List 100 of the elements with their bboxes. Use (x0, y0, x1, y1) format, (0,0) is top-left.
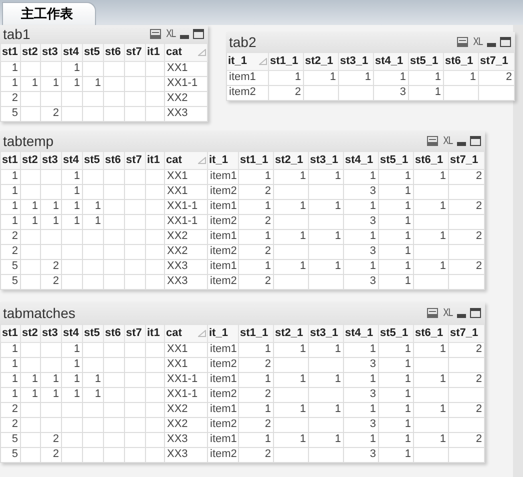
column-header[interactable]: st6_1 (414, 324, 448, 342)
table-cell: 1 (378, 342, 414, 357)
table-cell: item2 (208, 214, 238, 229)
table-cell: 2 (40, 106, 62, 121)
table-cell: XX3 (164, 259, 208, 274)
table-cell: 1 (378, 184, 414, 199)
column-header[interactable]: st3 (40, 44, 62, 61)
table-cell: 1 (238, 259, 274, 274)
table-cell: 1 (344, 229, 378, 244)
column-header[interactable]: st7_1 (448, 152, 484, 169)
table-cell: 1 (344, 169, 378, 184)
print-icon[interactable] (426, 136, 438, 146)
column-header[interactable]: cat (164, 152, 208, 169)
column-header[interactable]: st6 (104, 324, 124, 342)
column-header[interactable]: it_1 (226, 52, 268, 70)
table-cell: 1 (62, 214, 82, 229)
table-cell: 1 (20, 372, 40, 387)
table-cell: 1 (274, 169, 308, 184)
column-header[interactable]: st2 (20, 44, 40, 61)
export-button[interactable]: XL (442, 132, 452, 150)
column-header[interactable]: st7_1 (478, 52, 514, 70)
table-cell: 1 (344, 199, 378, 214)
column-header[interactable]: st6_1 (444, 52, 478, 70)
print-icon[interactable] (456, 37, 468, 47)
table-cell: 1 (344, 372, 378, 387)
column-header[interactable]: st1_1 (268, 52, 304, 70)
header-label: it_1 (228, 54, 247, 69)
table-cell: 1 (378, 229, 414, 244)
export-button[interactable]: XL (166, 26, 175, 42)
maximize-icon[interactable] (500, 37, 511, 47)
table-cell: 1 (82, 199, 104, 214)
maximize-icon[interactable] (470, 308, 481, 318)
column-header[interactable]: st2_1 (304, 52, 338, 70)
column-header[interactable]: st1 (0, 152, 20, 169)
table-cell: 1 (274, 342, 308, 357)
table-cell: 2 (238, 447, 274, 462)
column-header[interactable]: st7 (124, 152, 146, 169)
column-header[interactable]: st6 (104, 152, 124, 169)
column-header[interactable]: st4_1 (344, 324, 378, 342)
print-icon[interactable] (150, 29, 161, 39)
column-header[interactable]: st1_1 (238, 152, 274, 169)
column-header[interactable]: st1 (0, 44, 20, 61)
column-header[interactable]: st2_1 (274, 324, 308, 342)
column-header[interactable]: st5_1 (378, 324, 414, 342)
header-label: cat (166, 45, 182, 60)
column-header[interactable]: st2 (20, 152, 40, 169)
column-header[interactable]: st2_1 (274, 152, 308, 169)
column-header[interactable]: st4_1 (344, 152, 378, 169)
column-header[interactable]: it_1 (208, 324, 238, 342)
table-cell: XX3 (164, 106, 208, 121)
export-button[interactable]: XL (442, 304, 452, 322)
column-header[interactable]: st4 (62, 324, 82, 342)
table-cell: 5 (0, 274, 20, 289)
table-cell: 1 (0, 76, 20, 91)
column-header[interactable]: st7 (124, 44, 146, 61)
column-header[interactable]: st7 (124, 324, 146, 342)
column-header[interactable]: st1 (0, 324, 20, 342)
column-header[interactable]: st3 (40, 152, 62, 169)
column-header[interactable]: st5 (82, 44, 104, 61)
column-header[interactable]: st7_1 (448, 324, 484, 342)
column-header[interactable]: st6 (104, 44, 124, 61)
export-button[interactable]: XL (472, 34, 482, 50)
column-header[interactable]: it1 (146, 324, 164, 342)
column-header[interactable]: it1 (146, 152, 164, 169)
column-header[interactable]: st5 (82, 152, 104, 169)
maximize-icon[interactable] (193, 29, 204, 39)
table-cell: 1 (40, 214, 62, 229)
column-header[interactable]: st5_1 (378, 152, 414, 169)
table-cell: 1 (62, 61, 82, 76)
column-header[interactable]: st3_1 (308, 152, 344, 169)
sheet-tab[interactable]: 主工作表 (2, 2, 96, 25)
maximize-icon[interactable] (470, 136, 481, 146)
column-header[interactable]: st2 (20, 324, 40, 342)
table-cell: XX1 (164, 169, 208, 184)
table-cell: 1 (20, 214, 40, 229)
column-header[interactable]: st5 (82, 324, 104, 342)
table-cell: 1 (378, 387, 414, 402)
column-header[interactable]: cat (164, 324, 208, 342)
column-header[interactable]: it_1 (208, 152, 238, 169)
table-cell: XX2 (164, 91, 208, 106)
column-header[interactable]: cat (164, 44, 208, 61)
column-header[interactable]: it1 (146, 44, 164, 61)
column-header[interactable]: st3 (40, 324, 62, 342)
table-cell: 1 (378, 372, 414, 387)
print-icon[interactable] (426, 308, 438, 318)
column-header[interactable]: st1_1 (238, 324, 274, 342)
table-cell: 2 (448, 169, 484, 184)
table-cell: 1 (238, 199, 274, 214)
column-header[interactable]: st3_1 (338, 52, 374, 70)
table-cell: 2 (0, 402, 20, 417)
table-cell: item2 (208, 387, 238, 402)
table-cell: 1 (62, 199, 82, 214)
column-header[interactable]: st4 (62, 152, 82, 169)
table-cell: 1 (414, 169, 448, 184)
column-header[interactable]: st4_1 (374, 52, 408, 70)
table-cell: 1 (308, 169, 344, 184)
column-header[interactable]: st6_1 (414, 152, 448, 169)
column-header[interactable]: st5_1 (408, 52, 444, 70)
column-header[interactable]: st4 (62, 44, 82, 61)
column-header[interactable]: st3_1 (308, 324, 344, 342)
